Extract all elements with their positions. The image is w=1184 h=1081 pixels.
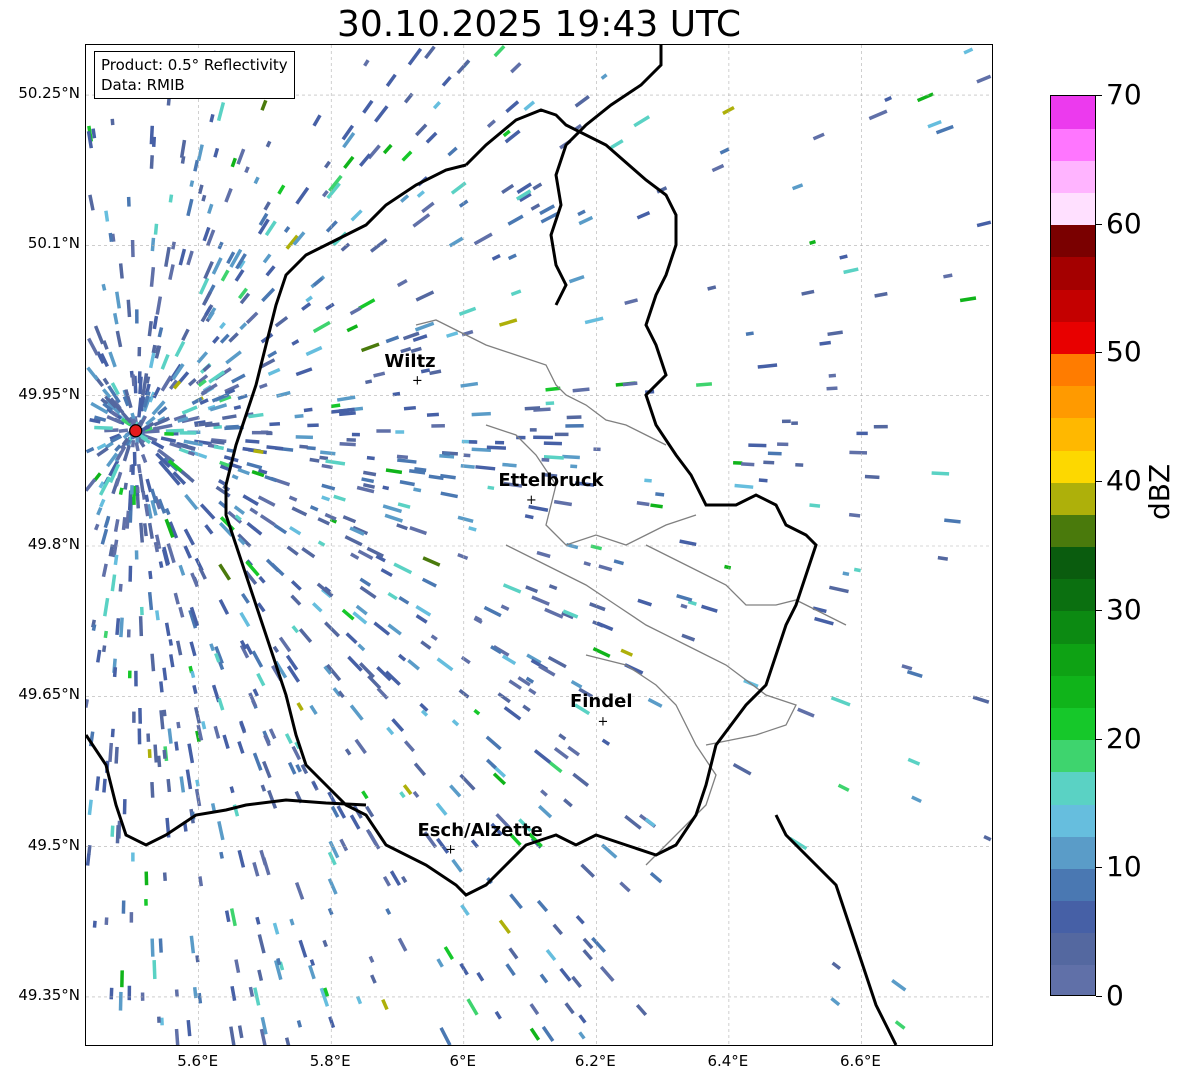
- colorbar-tick-mark: [1096, 738, 1102, 740]
- lon-tick-label: 5.6°E: [177, 1052, 219, 1070]
- colorbar-tick-label: 70: [1106, 78, 1142, 111]
- colorbar-tick-label: 0: [1106, 979, 1124, 1012]
- colorbar-segment: [1051, 482, 1095, 515]
- colorbar-tick-label: 60: [1106, 206, 1142, 240]
- lon-tick-label: 6.6°E: [840, 1052, 881, 1070]
- lat-tick-label: 50.1°N: [27, 234, 80, 253]
- lat-tick-label: 49.65°N: [18, 685, 80, 704]
- lat-lon-gridlines: [86, 45, 992, 1045]
- colorbar-segment: [1051, 224, 1095, 258]
- colorbar-tick-label: 30: [1106, 592, 1142, 626]
- city-label: Ettelbruck: [498, 469, 604, 491]
- national-border-line: [774, 814, 898, 1045]
- colorbar-segment: [1051, 900, 1095, 934]
- canton-boundary-lines: [585, 654, 717, 866]
- lon-tick-label: 6.4°E: [707, 1052, 749, 1070]
- lat-tick-label: 49.35°N: [18, 985, 80, 1004]
- colorbar-segment: [1051, 321, 1095, 355]
- colorbar: [1050, 95, 1096, 996]
- canton-boundary-lines: [505, 544, 797, 746]
- colorbar-segment: [1051, 289, 1095, 322]
- city-label: Esch/Alzette: [417, 819, 543, 841]
- colorbar-label: dBZ: [1143, 463, 1176, 520]
- colorbar-segment: [1051, 771, 1095, 805]
- colorbar-segment: [1051, 610, 1095, 644]
- lat-tick-label: 49.95°N: [18, 384, 80, 403]
- radar-map-svg: + + + +: [86, 45, 992, 1045]
- lat-tick-label: 50.25°N: [18, 84, 80, 103]
- colorbar-tick-mark: [1096, 609, 1102, 611]
- data-source-line: Data: RMIB: [101, 76, 185, 94]
- luxembourg-border: [224, 108, 818, 897]
- colorbar-segment: [1051, 96, 1095, 129]
- colorbar-segment: [1051, 643, 1095, 676]
- colorbar-tick-label: 50: [1106, 335, 1142, 369]
- colorbar-tick-label: 20: [1106, 721, 1142, 755]
- colorbar-segment: [1051, 514, 1095, 548]
- colorbar-segment: [1051, 353, 1095, 387]
- colorbar-segment: [1051, 256, 1095, 290]
- city-marker-plus: +: [598, 714, 609, 729]
- colorbar-segment: [1051, 932, 1095, 966]
- city-marker-plus: +: [412, 374, 423, 389]
- lon-tick-label: 6°E: [449, 1052, 477, 1070]
- lon-tick-label: 6.2°E: [574, 1052, 616, 1070]
- city-markers: + + + +: [412, 374, 608, 858]
- radar-map-panel[interactable]: + + + +: [85, 44, 993, 1046]
- canton-boundary-lines: [645, 544, 847, 626]
- colorbar-segment: [1051, 128, 1095, 161]
- colorbar-segment: [1051, 836, 1095, 869]
- colorbar-segment: [1051, 964, 1095, 995]
- city-marker-plus: +: [445, 843, 456, 858]
- colorbar-segment: [1051, 160, 1095, 194]
- colorbar-segment: [1051, 192, 1095, 226]
- reflectivity-echoes: [86, 45, 992, 1045]
- colorbar-segment: [1051, 707, 1095, 741]
- map-title: 30.10.2025 19:43 UTC: [336, 4, 742, 45]
- lat-tick-label: 49.5°N: [27, 835, 80, 854]
- lat-tick-label: 49.8°N: [27, 535, 80, 553]
- colorbar-tick-label: 40: [1106, 464, 1142, 498]
- colorbar-segment: [1051, 675, 1095, 708]
- colorbar-tick-mark: [1096, 352, 1102, 354]
- colorbar-segment: [1051, 449, 1095, 483]
- city-marker-plus: +: [526, 493, 537, 508]
- city-label: Findel: [569, 691, 633, 713]
- city-label: Wiltz: [384, 350, 436, 372]
- colorbar-segment: [1051, 739, 1095, 773]
- national-border-line: [549, 45, 663, 306]
- product-line: Product: 0.5° Reflectivity: [101, 56, 288, 74]
- colorbar-segment: [1051, 868, 1095, 902]
- radar-site-marker[interactable]: [129, 424, 143, 438]
- national-border-line: [86, 734, 367, 847]
- colorbar-tick-mark: [1096, 867, 1102, 869]
- product-info-box: Product: 0.5° Reflectivity Data: RMIB: [94, 51, 295, 99]
- colorbar-segment: [1051, 417, 1095, 451]
- colorbar-segment: [1051, 546, 1095, 580]
- colorbar-tick-mark: [1096, 996, 1102, 997]
- colorbar-tick-mark: [1096, 481, 1102, 483]
- colorbar-tick-mark: [1096, 223, 1102, 225]
- lon-tick-label: 5.8°E: [309, 1052, 351, 1070]
- colorbar-tick-mark: [1096, 95, 1102, 96]
- colorbar-segment: [1051, 578, 1095, 612]
- colorbar-tick-label: 10: [1106, 850, 1142, 884]
- colorbar-segment: [1051, 803, 1095, 837]
- colorbar-segment: [1051, 385, 1095, 419]
